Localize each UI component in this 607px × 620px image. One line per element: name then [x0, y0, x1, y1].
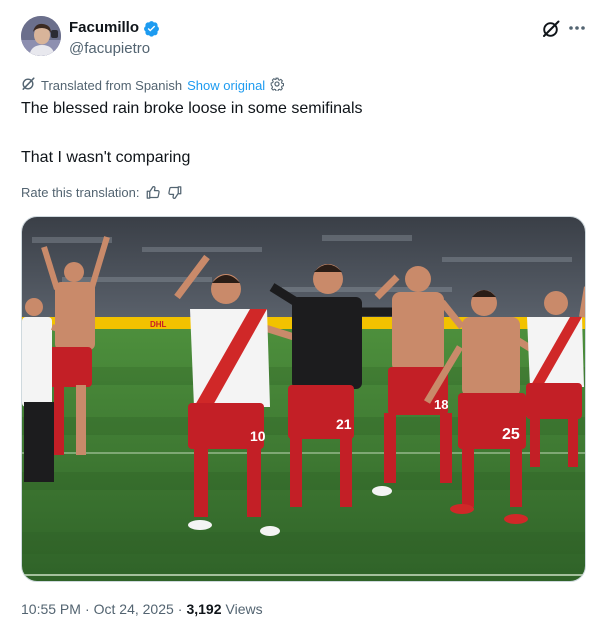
verified-badge-icon [143, 20, 160, 37]
more-dots-icon [569, 26, 585, 30]
views-count[interactable]: 3,192 [186, 600, 221, 618]
author-name-row[interactable]: Facumillo [69, 18, 160, 38]
display-name[interactable]: Facumillo [69, 18, 139, 38]
rate-translation-label: Rate this translation: [21, 184, 140, 200]
translation-notice: Translated from Spanish Show original [21, 76, 285, 94]
tweet-meta: 10:55 PM · Oct 24, 2025 · 3,192 Views [21, 600, 263, 618]
tweet-time[interactable]: 10:55 PM [21, 600, 81, 618]
translate-icon [21, 76, 36, 94]
avatar[interactable] [21, 16, 61, 56]
tweet-text-line-1: The blessed rain broke loose in some sem… [21, 100, 363, 117]
meta-separator: · [84, 601, 90, 617]
tweet-text-line-2: That I wasn't comparing [21, 149, 191, 166]
tweet-card: Facumillo @facupietro Translated from Sp… [0, 0, 607, 620]
thumbs-down-icon[interactable] [167, 185, 182, 200]
meta-separator: · [177, 601, 183, 617]
tweet-text: The blessed rain broke loose in some sem… [21, 99, 581, 168]
author-handle[interactable]: @facupietro [69, 39, 150, 59]
gear-icon[interactable] [270, 77, 285, 94]
thumbs-up-icon[interactable] [146, 185, 161, 200]
svg-text:21: 21 [336, 416, 352, 432]
show-original-link[interactable]: Show original [187, 78, 265, 93]
celebration-photo: DHL 10 21 18 25 [22, 217, 585, 581]
rate-translation: Rate this translation: [21, 183, 182, 201]
svg-text:DHL: DHL [150, 320, 167, 329]
svg-text:25: 25 [502, 426, 520, 443]
svg-text:18: 18 [434, 397, 448, 412]
tweet-date[interactable]: Oct 24, 2025 [94, 600, 174, 618]
more-options-button[interactable] [566, 17, 588, 39]
avatar-image [21, 16, 61, 56]
translated-label: Translated from Spanish [41, 77, 183, 93]
grok-icon[interactable] [541, 19, 561, 39]
views-label: Views [225, 601, 263, 617]
tweet-photo[interactable]: DHL 10 21 18 25 [21, 216, 586, 582]
svg-text:10: 10 [250, 428, 266, 444]
